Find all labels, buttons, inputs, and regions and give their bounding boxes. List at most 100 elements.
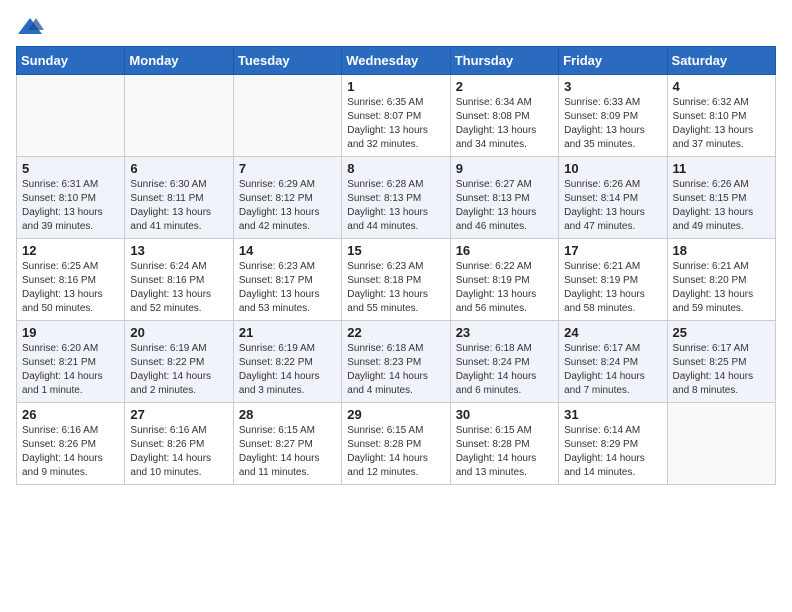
day-info: Sunrise: 6:18 AM Sunset: 8:24 PM Dayligh… (456, 342, 553, 398)
calendar-day-21: 21 Sunrise: 6:19 AM Sunset: 8:22 PM Dayli… (233, 321, 341, 403)
day-number: 21 (239, 325, 336, 340)
calendar-day-24: 24 Sunrise: 6:17 AM Sunset: 8:24 PM Dayli… (559, 321, 667, 403)
day-info: Sunrise: 6:32 AM Sunset: 8:10 PM Dayligh… (673, 96, 770, 152)
day-number: 31 (564, 407, 661, 422)
day-info: Sunrise: 6:14 AM Sunset: 8:29 PM Dayligh… (564, 424, 661, 480)
day-info: Sunrise: 6:26 AM Sunset: 8:15 PM Dayligh… (673, 178, 770, 234)
day-number: 17 (564, 243, 661, 258)
day-number: 11 (673, 161, 770, 176)
day-number: 14 (239, 243, 336, 258)
weekday-header-sunday: Sunday (17, 47, 125, 75)
weekday-header-wednesday: Wednesday (342, 47, 450, 75)
day-number: 20 (130, 325, 227, 340)
day-info: Sunrise: 6:21 AM Sunset: 8:19 PM Dayligh… (564, 260, 661, 316)
day-info: Sunrise: 6:17 AM Sunset: 8:25 PM Dayligh… (673, 342, 770, 398)
day-info: Sunrise: 6:34 AM Sunset: 8:08 PM Dayligh… (456, 96, 553, 152)
day-number: 12 (22, 243, 119, 258)
calendar-day-17: 17 Sunrise: 6:21 AM Sunset: 8:19 PM Dayli… (559, 239, 667, 321)
day-number: 1 (347, 79, 444, 94)
day-info: Sunrise: 6:23 AM Sunset: 8:18 PM Dayligh… (347, 260, 444, 316)
calendar-day-10: 10 Sunrise: 6:26 AM Sunset: 8:14 PM Dayli… (559, 157, 667, 239)
day-info: Sunrise: 6:20 AM Sunset: 8:21 PM Dayligh… (22, 342, 119, 398)
day-number: 23 (456, 325, 553, 340)
weekday-header-saturday: Saturday (667, 47, 775, 75)
day-number: 29 (347, 407, 444, 422)
day-info: Sunrise: 6:19 AM Sunset: 8:22 PM Dayligh… (130, 342, 227, 398)
day-number: 10 (564, 161, 661, 176)
day-number: 9 (456, 161, 553, 176)
logo (16, 16, 48, 38)
calendar-day-12: 12 Sunrise: 6:25 AM Sunset: 8:16 PM Dayli… (17, 239, 125, 321)
calendar-day-9: 9 Sunrise: 6:27 AM Sunset: 8:13 PM Daylig… (450, 157, 558, 239)
calendar-week-row: 1 Sunrise: 6:35 AM Sunset: 8:07 PM Daylig… (17, 75, 776, 157)
calendar-empty-cell (233, 75, 341, 157)
calendar-day-19: 19Sunrise: 6:20 AM Sunset: 8:21 PM Dayli… (17, 321, 125, 403)
calendar-day-7: 7 Sunrise: 6:29 AM Sunset: 8:12 PM Daylig… (233, 157, 341, 239)
day-info: Sunrise: 6:22 AM Sunset: 8:19 PM Dayligh… (456, 260, 553, 316)
day-info: Sunrise: 6:25 AM Sunset: 8:16 PM Dayligh… (22, 260, 119, 316)
calendar-week-row: 19Sunrise: 6:20 AM Sunset: 8:21 PM Dayli… (17, 321, 776, 403)
day-info: Sunrise: 6:16 AM Sunset: 8:26 PM Dayligh… (22, 424, 119, 480)
day-info: Sunrise: 6:35 AM Sunset: 8:07 PM Dayligh… (347, 96, 444, 152)
calendar-day-29: 29 Sunrise: 6:15 AM Sunset: 8:28 PM Dayli… (342, 403, 450, 485)
day-number: 28 (239, 407, 336, 422)
calendar-week-row: 12 Sunrise: 6:25 AM Sunset: 8:16 PM Dayli… (17, 239, 776, 321)
day-number: 4 (673, 79, 770, 94)
calendar-day-4: 4 Sunrise: 6:32 AM Sunset: 8:10 PM Daylig… (667, 75, 775, 157)
calendar-day-11: 11 Sunrise: 6:26 AM Sunset: 8:15 PM Dayli… (667, 157, 775, 239)
calendar-day-15: 15Sunrise: 6:23 AM Sunset: 8:18 PM Dayli… (342, 239, 450, 321)
day-info: Sunrise: 6:16 AM Sunset: 8:26 PM Dayligh… (130, 424, 227, 480)
day-info: Sunrise: 6:33 AM Sunset: 8:09 PM Dayligh… (564, 96, 661, 152)
calendar-empty-cell (125, 75, 233, 157)
calendar-day-23: 23 Sunrise: 6:18 AM Sunset: 8:24 PM Dayli… (450, 321, 558, 403)
day-number: 7 (239, 161, 336, 176)
calendar-day-5: 5 Sunrise: 6:31 AM Sunset: 8:10 PM Daylig… (17, 157, 125, 239)
day-info: Sunrise: 6:27 AM Sunset: 8:13 PM Dayligh… (456, 178, 553, 234)
day-info: Sunrise: 6:30 AM Sunset: 8:11 PM Dayligh… (130, 178, 227, 234)
weekday-header-thursday: Thursday (450, 47, 558, 75)
weekday-header-friday: Friday (559, 47, 667, 75)
calendar-empty-cell (667, 403, 775, 485)
calendar-empty-cell (17, 75, 125, 157)
day-info: Sunrise: 6:26 AM Sunset: 8:14 PM Dayligh… (564, 178, 661, 234)
calendar-week-row: 26 Sunrise: 6:16 AM Sunset: 8:26 PM Dayli… (17, 403, 776, 485)
calendar-day-16: 16 Sunrise: 6:22 AM Sunset: 8:19 PM Dayli… (450, 239, 558, 321)
weekday-header-tuesday: Tuesday (233, 47, 341, 75)
calendar-day-22: 22Sunrise: 6:18 AM Sunset: 8:23 PM Dayli… (342, 321, 450, 403)
calendar-day-20: 20 Sunrise: 6:19 AM Sunset: 8:22 PM Dayli… (125, 321, 233, 403)
calendar-day-6: 6 Sunrise: 6:30 AM Sunset: 8:11 PM Daylig… (125, 157, 233, 239)
day-number: 13 (130, 243, 227, 258)
calendar-day-30: 30Sunrise: 6:15 AM Sunset: 8:28 PM Dayli… (450, 403, 558, 485)
day-info: Sunrise: 6:31 AM Sunset: 8:10 PM Dayligh… (22, 178, 119, 234)
calendar-day-18: 18Sunrise: 6:21 AM Sunset: 8:20 PM Dayli… (667, 239, 775, 321)
day-number: 24 (564, 325, 661, 340)
day-info: Sunrise: 6:17 AM Sunset: 8:24 PM Dayligh… (564, 342, 661, 398)
day-number: 2 (456, 79, 553, 94)
logo-icon (16, 16, 44, 38)
day-number: 26 (22, 407, 119, 422)
calendar-day-8: 8 Sunrise: 6:28 AM Sunset: 8:13 PM Daylig… (342, 157, 450, 239)
day-info: Sunrise: 6:29 AM Sunset: 8:12 PM Dayligh… (239, 178, 336, 234)
day-info: Sunrise: 6:28 AM Sunset: 8:13 PM Dayligh… (347, 178, 444, 234)
day-info: Sunrise: 6:15 AM Sunset: 8:28 PM Dayligh… (456, 424, 553, 480)
day-number: 8 (347, 161, 444, 176)
day-info: Sunrise: 6:23 AM Sunset: 8:17 PM Dayligh… (239, 260, 336, 316)
calendar-day-3: 3Sunrise: 6:33 AM Sunset: 8:09 PM Daylig… (559, 75, 667, 157)
calendar-day-25: 25 Sunrise: 6:17 AM Sunset: 8:25 PM Dayli… (667, 321, 775, 403)
day-number: 5 (22, 161, 119, 176)
day-number: 16 (456, 243, 553, 258)
calendar-day-27: 27Sunrise: 6:16 AM Sunset: 8:26 PM Dayli… (125, 403, 233, 485)
weekday-header-row: SundayMondayTuesdayWednesdayThursdayFrid… (17, 47, 776, 75)
day-number: 18 (673, 243, 770, 258)
calendar-day-1: 1 Sunrise: 6:35 AM Sunset: 8:07 PM Daylig… (342, 75, 450, 157)
calendar-day-26: 26 Sunrise: 6:16 AM Sunset: 8:26 PM Dayli… (17, 403, 125, 485)
day-info: Sunrise: 6:15 AM Sunset: 8:28 PM Dayligh… (347, 424, 444, 480)
day-info: Sunrise: 6:19 AM Sunset: 8:22 PM Dayligh… (239, 342, 336, 398)
day-info: Sunrise: 6:18 AM Sunset: 8:23 PM Dayligh… (347, 342, 444, 398)
day-number: 6 (130, 161, 227, 176)
calendar-week-row: 5 Sunrise: 6:31 AM Sunset: 8:10 PM Daylig… (17, 157, 776, 239)
day-number: 25 (673, 325, 770, 340)
day-info: Sunrise: 6:24 AM Sunset: 8:16 PM Dayligh… (130, 260, 227, 316)
calendar-day-14: 14 Sunrise: 6:23 AM Sunset: 8:17 PM Dayli… (233, 239, 341, 321)
calendar-day-31: 31 Sunrise: 6:14 AM Sunset: 8:29 PM Dayli… (559, 403, 667, 485)
